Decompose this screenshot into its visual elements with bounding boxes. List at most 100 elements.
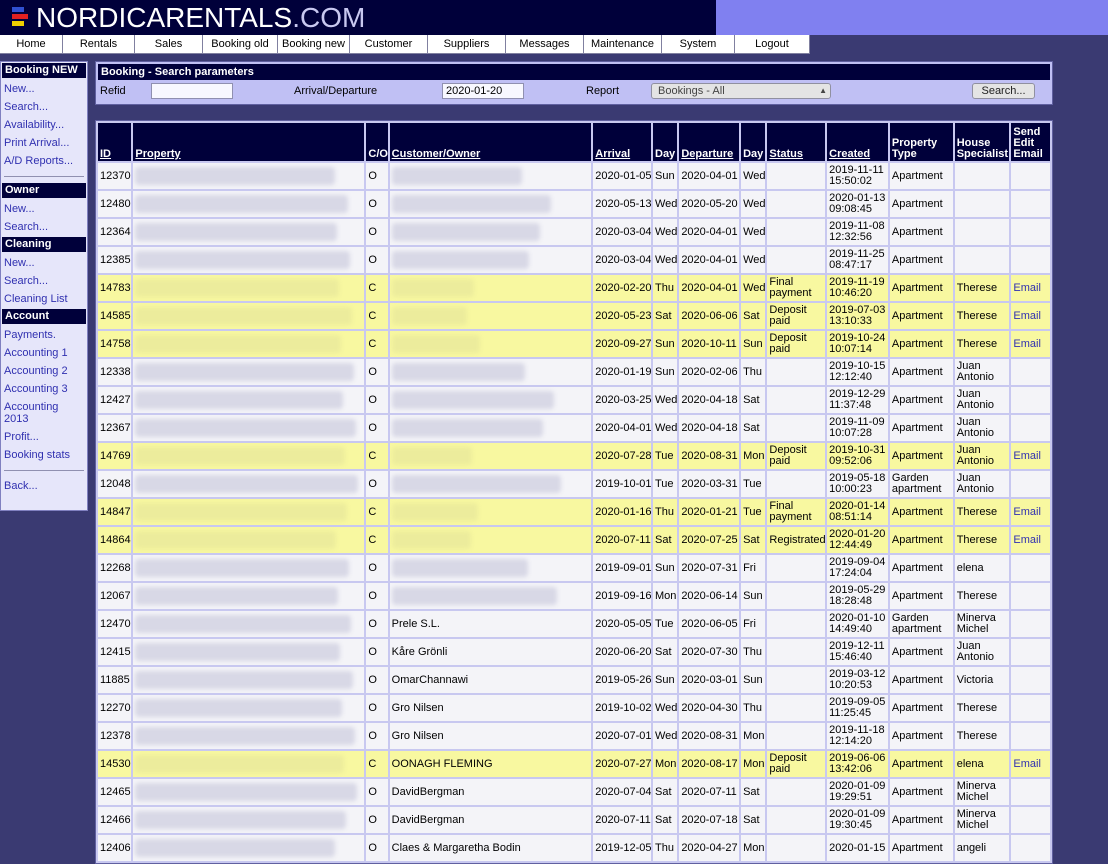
cell-id[interactable]: 11885	[98, 667, 132, 693]
cell-customer[interactable]: Gro Nilsen	[389, 723, 592, 749]
sidebar-item-accounting-2013[interactable]: Accounting 2013	[1, 398, 87, 428]
cell-id[interactable]: 12364	[98, 219, 132, 245]
sidebar-item-print-arrival[interactable]: Print Arrival...	[1, 134, 87, 152]
refid-input[interactable]	[151, 83, 233, 99]
cell-id[interactable]: 14864	[98, 527, 132, 553]
column-header-label[interactable]: Created	[829, 148, 870, 160]
property-cell-redacted[interactable]	[133, 695, 365, 721]
sidebar-item-back[interactable]: Back...	[1, 477, 87, 495]
column-header-created[interactable]: Created	[827, 123, 888, 161]
property-cell-redacted[interactable]	[133, 275, 365, 301]
property-cell-redacted[interactable]	[133, 303, 365, 329]
cell-id[interactable]: 12427	[98, 387, 132, 413]
cell-id[interactable]: 12270	[98, 695, 132, 721]
table-row[interactable]: 12270 O Gro Nilsen 2019-10-02 Wed 2020-04-30 T…	[98, 695, 1050, 721]
customer-cell-redacted[interactable]	[389, 331, 592, 357]
table-row[interactable]: 12406 O Claes & Margaretha Bodin 2019-12-05…	[98, 835, 1050, 861]
cell-id[interactable]: 12466	[98, 807, 132, 833]
customer-cell-redacted[interactable]	[389, 247, 592, 273]
column-header-status[interactable]: Status	[767, 123, 826, 161]
property-cell-redacted[interactable]	[133, 499, 365, 525]
column-header-customer-owner[interactable]: Customer/Owner	[389, 123, 592, 161]
cell-id[interactable]: 12338	[98, 359, 132, 385]
property-cell-redacted[interactable]	[133, 779, 365, 805]
customer-cell-redacted[interactable]	[389, 471, 592, 497]
table-row[interactable]: 14530 C OONAGH FLEMING 2020-07-27 Mon 2020-08…	[98, 751, 1050, 777]
column-header-id[interactable]: ID	[98, 123, 132, 161]
property-cell-redacted[interactable]	[133, 387, 365, 413]
sidebar-item-search[interactable]: Search...	[1, 272, 87, 290]
cell-id[interactable]: 14530	[98, 751, 132, 777]
cell-id[interactable]: 14847	[98, 499, 132, 525]
cell-customer[interactable]: OmarChannawi	[389, 667, 592, 693]
property-cell-redacted[interactable]	[133, 219, 365, 245]
cell-id[interactable]: 12067	[98, 583, 132, 609]
table-row[interactable]: 14783 C 2020-02-20 Thu 2020-04-01 Wed Final pa…	[98, 275, 1050, 301]
cell-id[interactable]: 14758	[98, 331, 132, 357]
sidebar-item-search[interactable]: Search...	[1, 218, 87, 236]
cell-id[interactable]: 12480	[98, 191, 132, 217]
customer-cell-redacted[interactable]	[389, 219, 592, 245]
customer-cell-redacted[interactable]	[389, 303, 592, 329]
cell-id[interactable]: 14769	[98, 443, 132, 469]
nav-booking-old[interactable]: Booking old	[203, 35, 278, 53]
cell-id[interactable]: 12406	[98, 835, 132, 861]
sidebar-item-a-d-reports[interactable]: A/D Reports...	[1, 152, 87, 170]
property-cell-redacted[interactable]	[133, 583, 365, 609]
customer-cell-redacted[interactable]	[389, 499, 592, 525]
cell-id[interactable]: 12385	[98, 247, 132, 273]
column-header-label[interactable]: Departure	[681, 148, 733, 160]
nav-sales[interactable]: Sales	[135, 35, 203, 53]
table-row[interactable]: 12378 O Gro Nilsen 2020-07-01 Wed 2020-08-31 M…	[98, 723, 1050, 749]
property-cell-redacted[interactable]	[133, 527, 365, 553]
cell-id[interactable]: 12370	[98, 163, 132, 189]
cell-id[interactable]: 12048	[98, 471, 132, 497]
property-cell-redacted[interactable]	[133, 611, 365, 637]
property-cell-redacted[interactable]	[133, 555, 365, 581]
table-row[interactable]: 12415 O Kåre Grönli 2020-06-20 Sat 2020-07-30…	[98, 639, 1050, 665]
table-row[interactable]: 12367 O 2020-04-01 Wed 2020-04-18 Sat 2019-11-…	[98, 415, 1050, 441]
table-row[interactable]: 12067 O 2019-09-16 Mon 2020-06-14 Sun 2019-05-…	[98, 583, 1050, 609]
column-header-label[interactable]: Customer/Owner	[392, 148, 481, 160]
property-cell-redacted[interactable]	[133, 359, 365, 385]
sidebar-item-booking-stats[interactable]: Booking stats	[1, 446, 87, 464]
property-cell-redacted[interactable]	[133, 331, 365, 357]
customer-cell-redacted[interactable]	[389, 443, 592, 469]
nav-booking-new[interactable]: Booking new	[278, 35, 350, 53]
customer-cell-redacted[interactable]	[389, 527, 592, 553]
property-cell-redacted[interactable]	[133, 471, 365, 497]
nav-home[interactable]: Home	[0, 35, 63, 53]
table-row[interactable]: 14758 C 2020-09-27 Sun 2020-10-11 Sun Deposit …	[98, 331, 1050, 357]
cell-id[interactable]: 12378	[98, 723, 132, 749]
table-row[interactable]: 14847 C 2020-01-16 Thu 2020-01-21 Tue Final pa…	[98, 499, 1050, 525]
customer-cell-redacted[interactable]	[389, 415, 592, 441]
property-cell-redacted[interactable]	[133, 443, 365, 469]
nav-rentals[interactable]: Rentals	[63, 35, 135, 53]
table-row[interactable]: 12480 O 2020-05-13 Wed 2020-05-20 Wed 2020-01-…	[98, 191, 1050, 217]
cell-customer[interactable]: DavidBergman	[389, 807, 592, 833]
report-select[interactable]: Bookings - All ▲	[651, 83, 831, 99]
column-header-label[interactable]: ID	[100, 148, 111, 160]
sidebar-item-payments[interactable]: Payments.	[1, 326, 87, 344]
sidebar-item-new[interactable]: New...	[1, 80, 87, 98]
nav-customer[interactable]: Customer	[350, 35, 428, 53]
cell-customer[interactable]: Kåre Grönli	[389, 639, 592, 665]
cell-id[interactable]: 12470	[98, 611, 132, 637]
sidebar-item-new[interactable]: New...	[1, 200, 87, 218]
column-header-label[interactable]: Property	[135, 148, 180, 160]
customer-cell-redacted[interactable]	[389, 163, 592, 189]
table-row[interactable]: 12470 O Prele S.L. 2020-05-05 Tue 2020-06-05 F…	[98, 611, 1050, 637]
customer-cell-redacted[interactable]	[389, 555, 592, 581]
cell-id[interactable]: 12415	[98, 639, 132, 665]
table-row[interactable]: 12370 O 2020-01-05 Sun 2020-04-01 Wed 2019-11-…	[98, 163, 1050, 189]
table-row[interactable]: 12364 O 2020-03-04 Wed 2020-04-01 Wed 2019-11-…	[98, 219, 1050, 245]
cell-id[interactable]: 12465	[98, 779, 132, 805]
cell-email[interactable]: Email	[1011, 527, 1050, 553]
cell-email[interactable]: Email	[1011, 275, 1050, 301]
property-cell-redacted[interactable]	[133, 191, 365, 217]
property-cell-redacted[interactable]	[133, 639, 365, 665]
table-row[interactable]: 14769 C 2020-07-28 Tue 2020-08-31 Mon Deposit …	[98, 443, 1050, 469]
property-cell-redacted[interactable]	[133, 247, 365, 273]
nav-logout[interactable]: Logout	[735, 35, 810, 53]
table-row[interactable]: 12427 O 2020-03-25 Wed 2020-04-18 Sat 2019-12-…	[98, 387, 1050, 413]
